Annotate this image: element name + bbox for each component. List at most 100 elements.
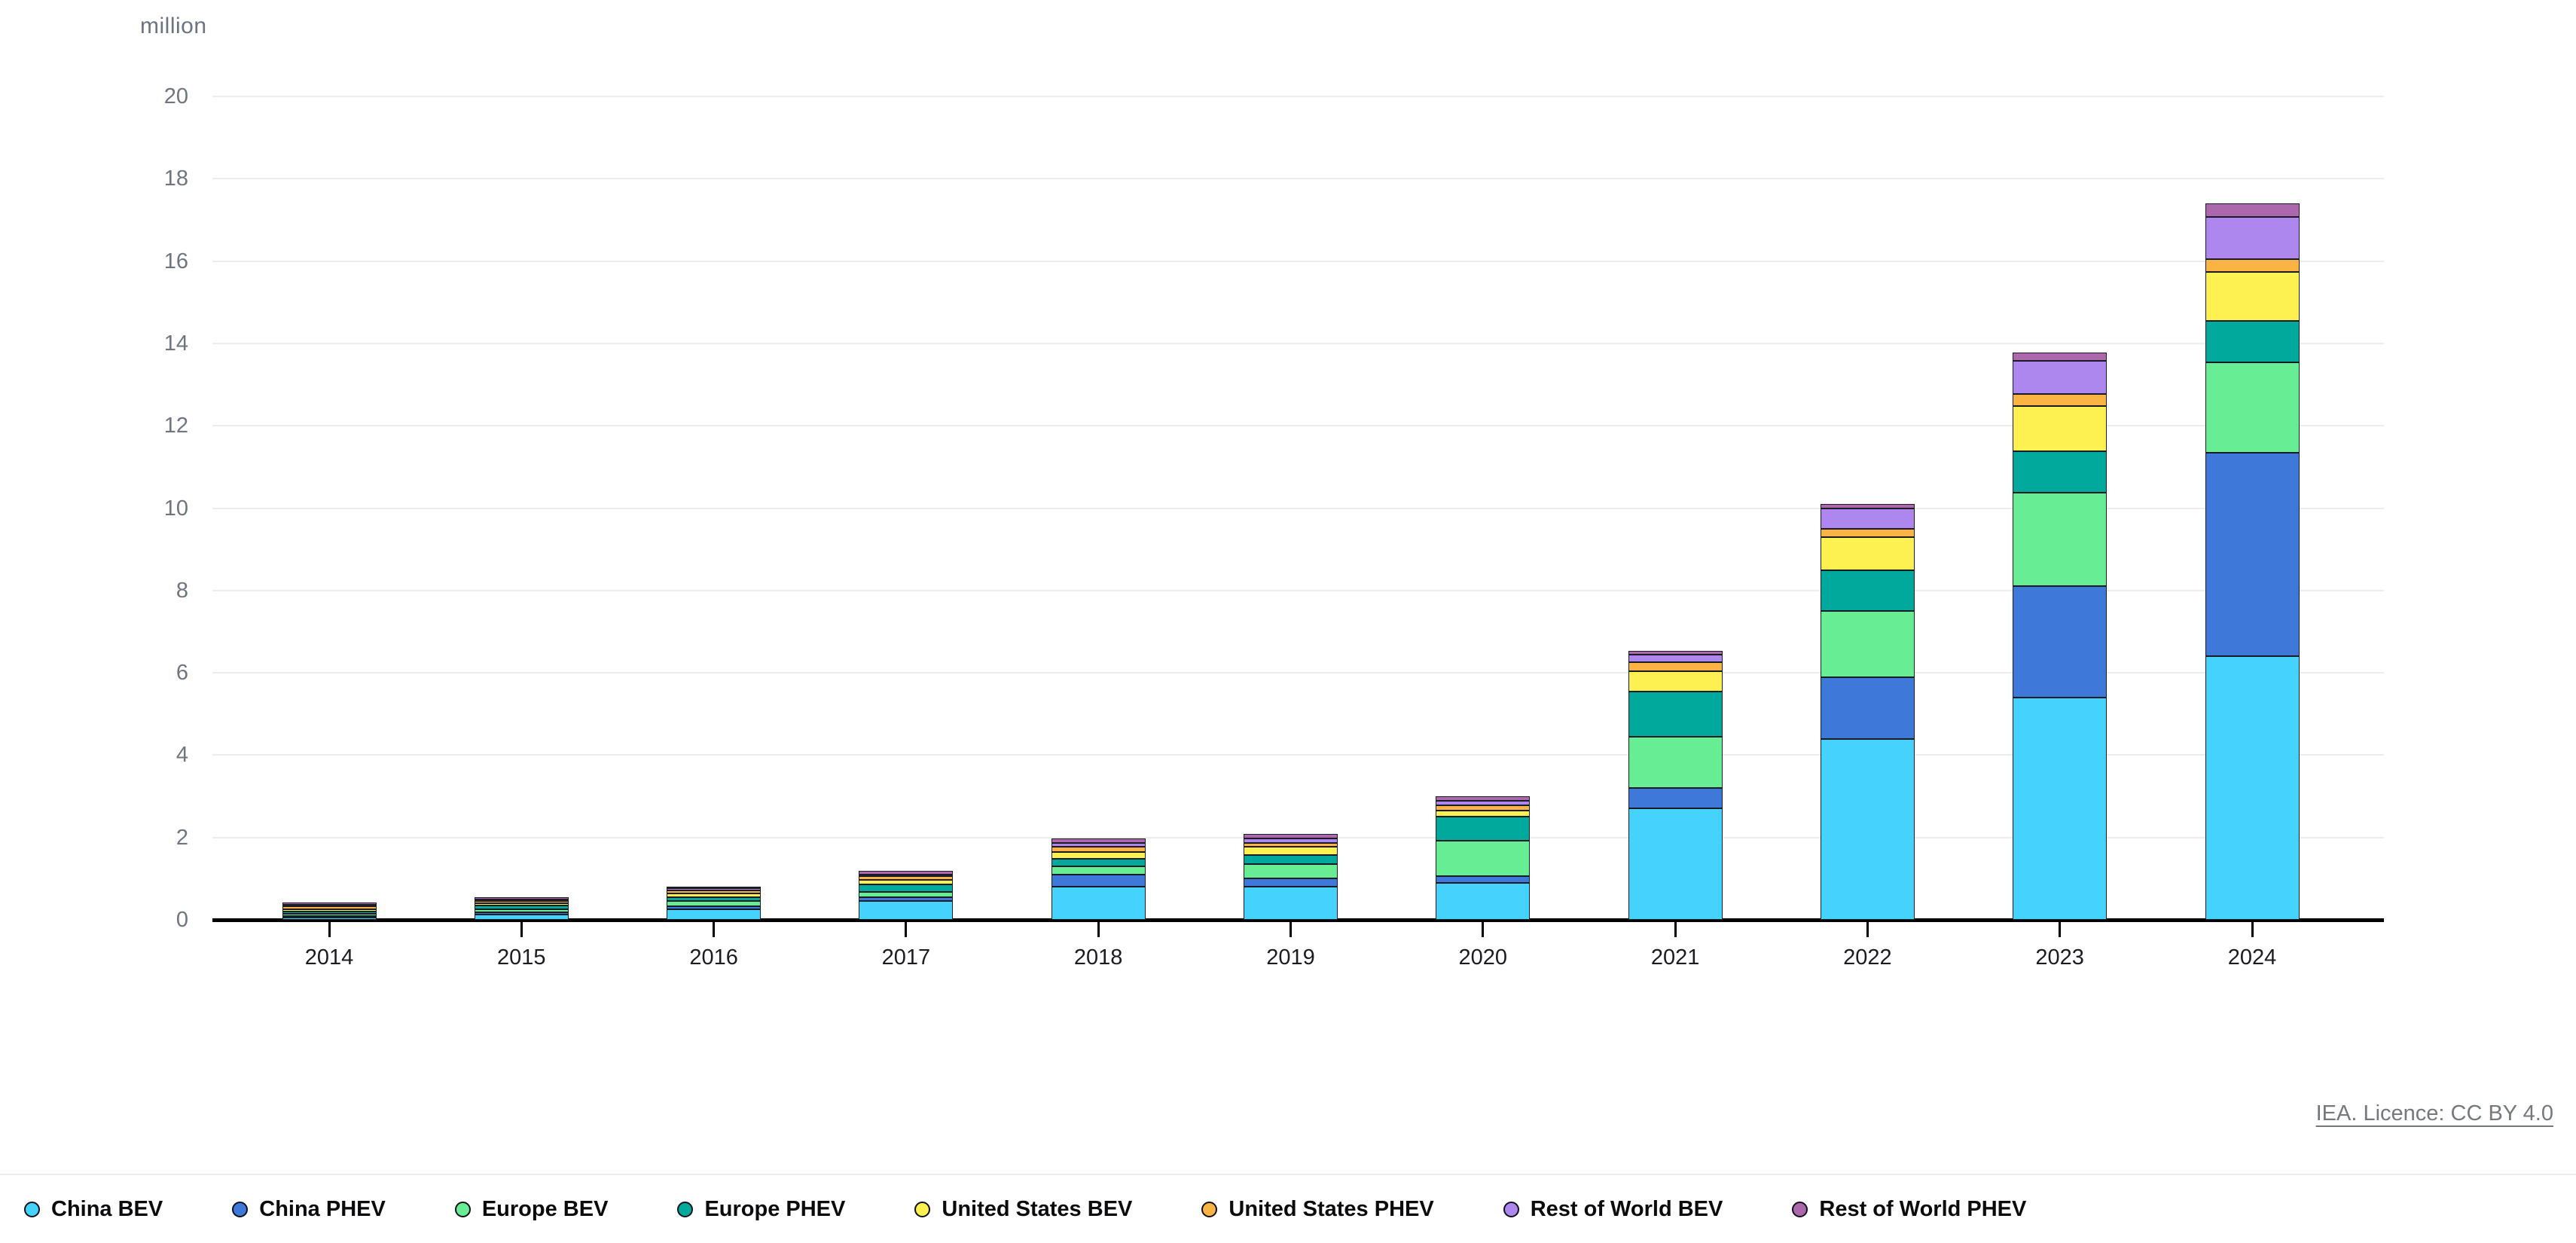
bar-2021	[1628, 651, 1723, 920]
bar-segment[interactable]	[1628, 662, 1723, 670]
legend-label: Rest of World BEV	[1531, 1199, 1723, 1220]
bar-segment[interactable]	[1821, 529, 1915, 537]
y-tick-label: 6	[98, 662, 188, 684]
x-tick	[1866, 922, 1869, 937]
x-tick	[1482, 922, 1484, 937]
bar-segment[interactable]	[859, 901, 953, 920]
legend-item[interactable]: United States PHEV	[1201, 1199, 1433, 1220]
bar-segment[interactable]	[1244, 887, 1338, 920]
bar-segment[interactable]	[667, 909, 761, 920]
x-tick-label: 2022	[1792, 947, 1943, 969]
bar-segment[interactable]	[2013, 698, 2107, 920]
x-tick-label: 2018	[1023, 947, 1174, 969]
legend-label: United States PHEV	[1228, 1199, 1433, 1220]
bar-segment[interactable]	[1821, 537, 1915, 570]
legend-item[interactable]: Rest of World BEV	[1503, 1199, 1723, 1220]
legend-swatch-icon	[232, 1202, 248, 1217]
bar-segment[interactable]	[2205, 321, 2300, 362]
y-tick-label: 16	[98, 251, 188, 273]
bar-segment[interactable]	[1051, 875, 1146, 887]
bar-segment[interactable]	[1436, 805, 1530, 811]
bar-2016	[667, 887, 761, 920]
legend-item[interactable]: United States BEV	[914, 1199, 1132, 1220]
x-tick-label: 2024	[2177, 947, 2327, 969]
bar-segment[interactable]	[2205, 362, 2300, 453]
bar-segment[interactable]	[2013, 406, 2107, 451]
x-tick	[713, 922, 715, 937]
bar-segment[interactable]	[859, 884, 953, 893]
x-tick	[520, 922, 523, 937]
y-tick-label: 12	[98, 415, 188, 437]
bar-segment[interactable]	[1628, 655, 1723, 663]
bar-2024	[2205, 203, 2300, 920]
x-tick	[1674, 922, 1677, 937]
bar-segment[interactable]	[2205, 203, 2300, 217]
y-tick-label: 0	[98, 909, 188, 931]
bar-segment[interactable]	[1436, 883, 1530, 920]
bar-segment[interactable]	[1244, 855, 1338, 864]
gridline	[212, 343, 2384, 344]
y-tick-label: 14	[98, 333, 188, 355]
x-tick	[2251, 922, 2254, 937]
y-tick-label: 18	[98, 168, 188, 190]
bar-segment[interactable]	[282, 918, 377, 920]
bar-segment[interactable]	[475, 915, 569, 920]
bar-segment[interactable]	[1821, 739, 1915, 920]
plot-area: 0246810121416182020142015201620172018201…	[0, 0, 2576, 1243]
bar-segment[interactable]	[1436, 841, 1530, 875]
bar-segment[interactable]	[1436, 811, 1530, 817]
legend-item[interactable]: Europe BEV	[455, 1199, 609, 1220]
bar-segment[interactable]	[1821, 508, 1915, 529]
bar-2018	[1051, 838, 1146, 920]
legend-swatch-icon	[914, 1202, 930, 1217]
bar-segment[interactable]	[2013, 353, 2107, 361]
legend-item[interactable]: China BEV	[24, 1199, 163, 1220]
legend-label: United States BEV	[942, 1199, 1132, 1220]
bar-segment[interactable]	[1051, 866, 1146, 875]
bar-segment[interactable]	[2013, 586, 2107, 698]
x-tick-label: 2015	[446, 947, 597, 969]
legend-swatch-icon	[1503, 1202, 1519, 1217]
bar-segment[interactable]	[1628, 808, 1723, 920]
bar-segment[interactable]	[2205, 272, 2300, 321]
x-tick-label: 2021	[1600, 947, 1750, 969]
bar-segment[interactable]	[2013, 451, 2107, 493]
bar-segment[interactable]	[2205, 217, 2300, 259]
bar-segment[interactable]	[1051, 859, 1146, 866]
legend-item[interactable]: Rest of World PHEV	[1792, 1199, 2026, 1220]
legend-label: China BEV	[51, 1199, 163, 1220]
x-tick	[905, 922, 907, 937]
bar-segment[interactable]	[1436, 817, 1530, 841]
bar-segment[interactable]	[1244, 878, 1338, 887]
bar-segment[interactable]	[1821, 570, 1915, 612]
legend-label: Europe BEV	[482, 1199, 609, 1220]
bar-segment[interactable]	[2013, 361, 2107, 394]
license-link[interactable]: IEA. Licence: CC BY 4.0	[2316, 1101, 2553, 1126]
bar-segment[interactable]	[2205, 656, 2300, 920]
bar-segment[interactable]	[2013, 493, 2107, 587]
legend-item[interactable]: China PHEV	[232, 1199, 386, 1220]
bar-segment[interactable]	[1244, 864, 1338, 879]
y-tick-label: 8	[98, 580, 188, 602]
bar-segment[interactable]	[2205, 453, 2300, 657]
bar-2015	[475, 897, 569, 920]
bar-segment[interactable]	[1628, 671, 1723, 692]
bar-segment[interactable]	[1628, 737, 1723, 788]
bar-segment[interactable]	[1628, 788, 1723, 808]
bar-segment[interactable]	[1051, 852, 1146, 859]
bar-segment[interactable]	[1628, 692, 1723, 737]
bar-segment[interactable]	[1821, 677, 1915, 739]
bar-segment[interactable]	[1821, 611, 1915, 676]
bar-segment[interactable]	[2013, 394, 2107, 406]
y-tick-label: 10	[98, 498, 188, 520]
legend-item[interactable]: Europe PHEV	[677, 1199, 845, 1220]
bar-segment[interactable]	[1436, 876, 1530, 883]
legend-label: Rest of World PHEV	[1819, 1199, 2026, 1220]
bar-segment[interactable]	[2205, 259, 2300, 272]
legend: China BEV China PHEV Europe BEV Europe PHEV…	[0, 1174, 2576, 1243]
bar-2019	[1244, 834, 1338, 920]
bar-2022	[1821, 504, 1915, 920]
bar-segment[interactable]	[1244, 847, 1338, 855]
bar-segment[interactable]	[1051, 887, 1146, 920]
bar-2017	[859, 871, 953, 920]
